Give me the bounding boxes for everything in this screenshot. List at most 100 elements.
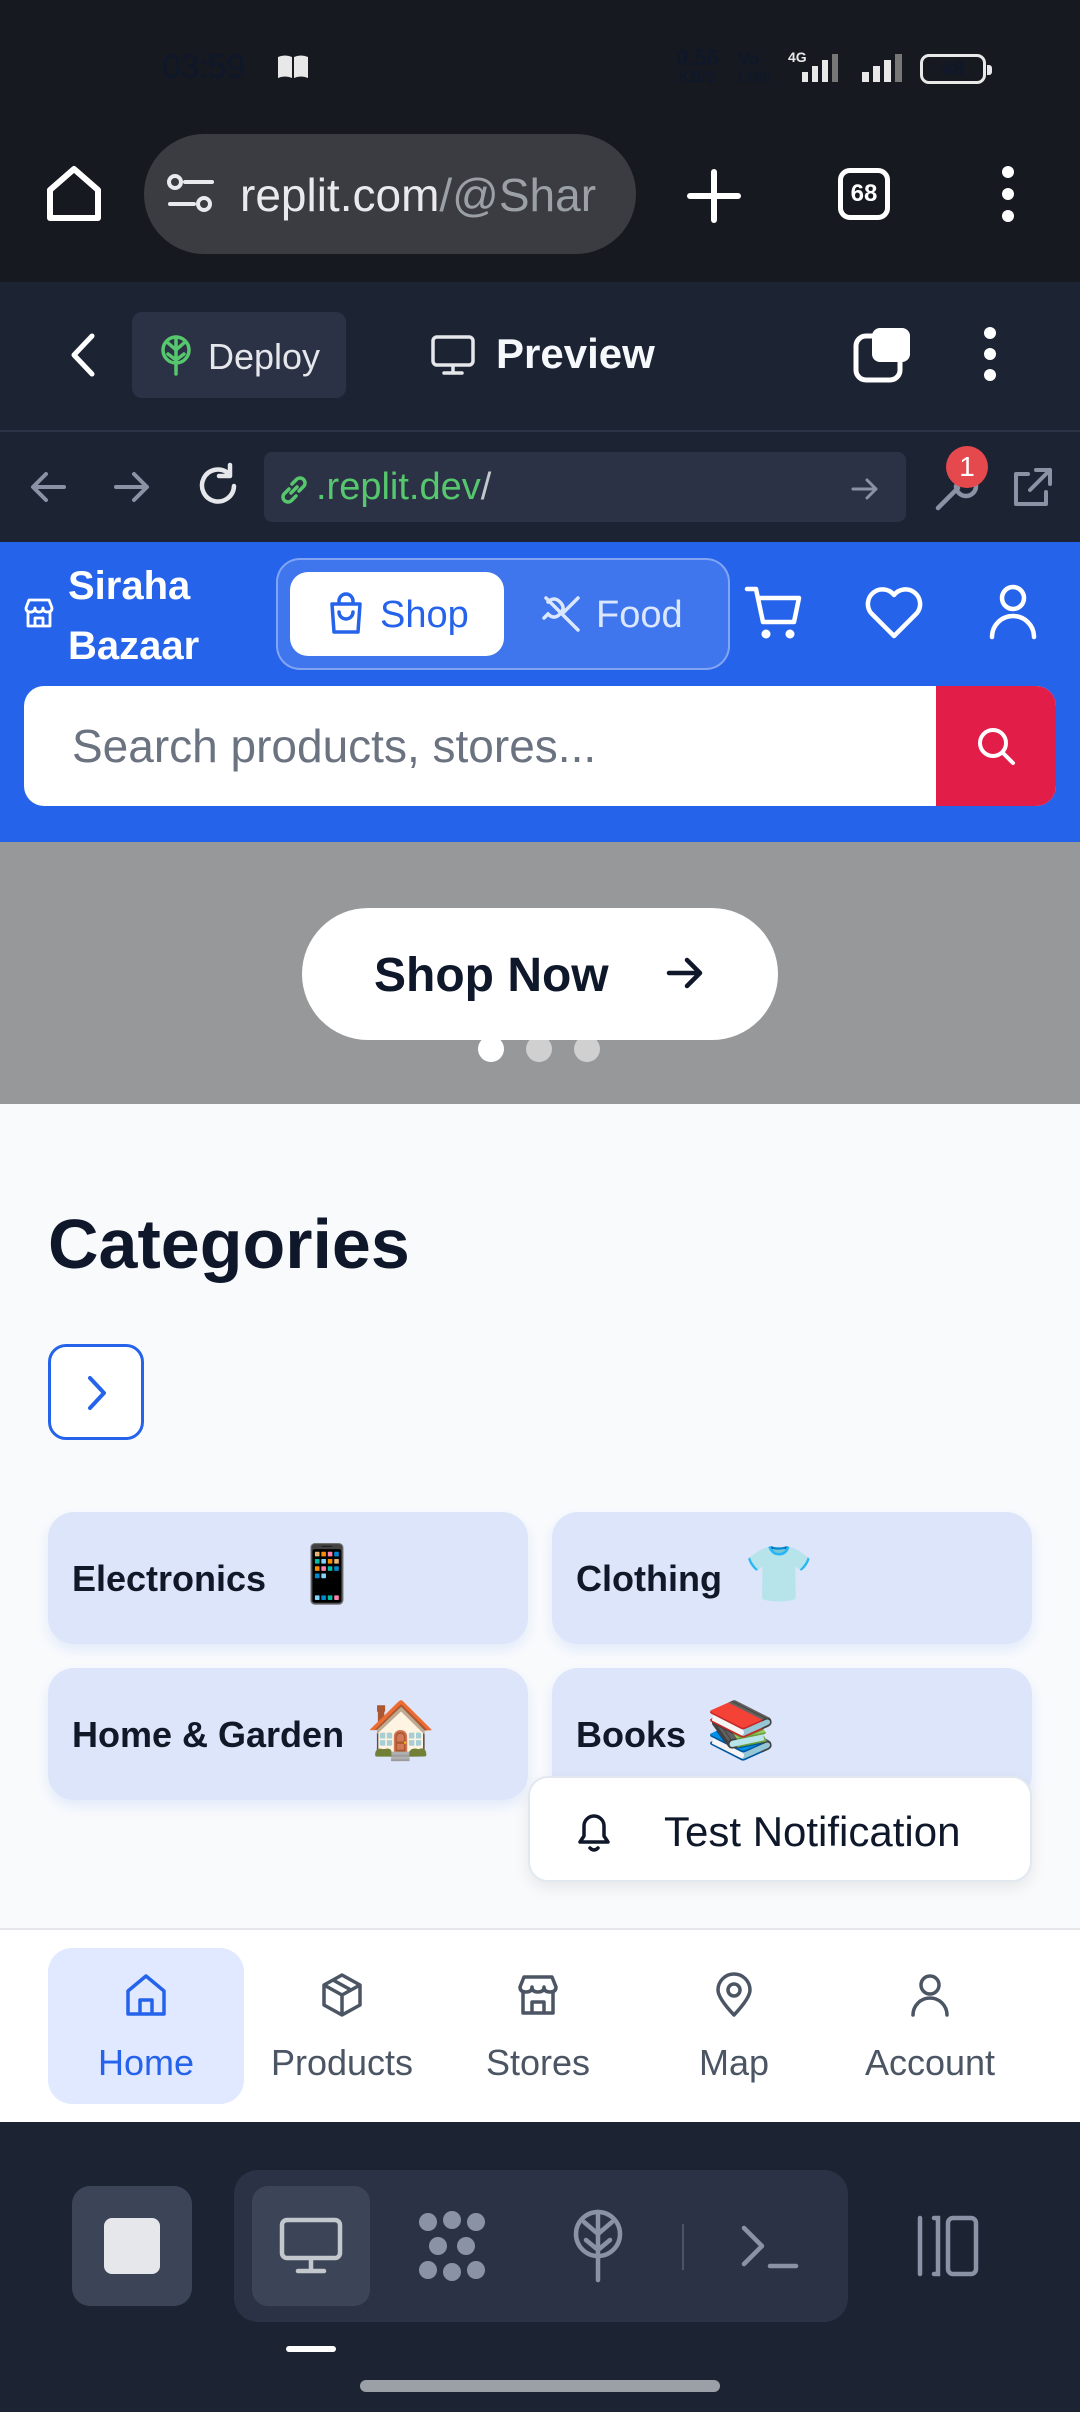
nav-label: Stores: [485, 2042, 591, 2083]
shop-now-label: Shop Now: [374, 949, 609, 1002]
active-tool-indicator: [286, 2346, 336, 2352]
monitor-icon: [279, 2217, 343, 2274]
webview-back-icon[interactable]: [28, 470, 68, 504]
network-type: 4G: [788, 49, 807, 65]
categories-title: Categories: [48, 1205, 410, 1283]
home-icon[interactable]: [44, 164, 104, 222]
webview-url-path: /: [480, 466, 492, 508]
deploy-label: Deploy: [208, 336, 321, 377]
deploy-button[interactable]: Deploy: [132, 312, 346, 398]
nav-map[interactable]: Map: [636, 1948, 832, 2104]
bell-icon: [578, 1814, 610, 1852]
nav-home[interactable]: Home: [48, 1948, 244, 2104]
carousel-dot-1[interactable]: [478, 1036, 504, 1062]
nav-label: Home: [97, 2042, 195, 2083]
shop-mode-label: Shop: [380, 594, 469, 636]
status-time: 03:59: [162, 48, 245, 86]
stop-icon: [104, 2218, 160, 2274]
category-label: Electronics: [72, 1558, 267, 1599]
mobile-phone-icon: 📱: [292, 1542, 362, 1605]
battery-indicator: 48: [920, 54, 992, 84]
brand-name[interactable]: Siraha Bazaar: [68, 556, 199, 676]
user-icon: [911, 1974, 949, 2017]
shop-now-button[interactable]: Shop Now: [302, 908, 778, 1040]
tools-divider: [682, 2224, 684, 2270]
tabs-overview-icon[interactable]: [852, 324, 914, 386]
cart-icon[interactable]: [744, 584, 804, 642]
category-card-home-garden[interactable]: Home & Garden 🏠: [48, 1668, 528, 1800]
shopping-bag-icon: [330, 592, 362, 634]
nav-label: Account: [864, 2042, 996, 2083]
replit-agent-icon: [419, 2211, 485, 2281]
arrow-right-icon: [666, 957, 703, 989]
preview-tool-button[interactable]: [252, 2186, 370, 2306]
category-label: Home & Garden: [72, 1714, 345, 1755]
tab-switcher-button[interactable]: 68: [838, 168, 890, 220]
volte-indicator: Vo LTE0: [738, 49, 772, 85]
terminal-icon: [741, 2225, 799, 2269]
site-settings-icon[interactable]: [166, 172, 216, 216]
nav-label: Products: [270, 2042, 414, 2083]
webview-url-host: .replit.dev: [316, 466, 481, 508]
deploy-icon: [573, 2209, 623, 2283]
brand-line-1: Siraha: [68, 564, 191, 608]
agent-tool-button[interactable]: [414, 2208, 490, 2284]
net-speed: 0.56 KB/S: [676, 45, 719, 87]
browser-menu-icon[interactable]: [1000, 164, 1016, 224]
carousel-dot-2[interactable]: [526, 1036, 552, 1062]
link-icon: [276, 472, 312, 508]
nav-account[interactable]: Account: [832, 1948, 1028, 2104]
map-pin-icon: [716, 1972, 752, 2017]
nav-stores[interactable]: Stores: [440, 1948, 636, 2104]
test-notification-button[interactable]: Test Notification: [528, 1776, 1032, 1882]
webview-url-text: .replit.dev/: [316, 466, 491, 509]
new-tab-icon[interactable]: [686, 168, 742, 224]
box-icon: [322, 1973, 362, 2017]
account-icon[interactable]: [988, 582, 1038, 640]
utensils-icon: [542, 596, 580, 632]
test-notification-label: Test Notification: [664, 1808, 961, 1855]
category-label: Books: [576, 1714, 687, 1755]
panel-layout-icon: [917, 2215, 979, 2277]
nav-products[interactable]: Products: [244, 1948, 440, 2104]
categories-next-button[interactable]: [48, 1344, 144, 1440]
address-bar-text[interactable]: replit.com/@Shar: [240, 168, 618, 222]
layout-toggle-button[interactable]: [912, 2214, 982, 2278]
notification-badge: 1: [946, 446, 988, 488]
replit-menu-icon[interactable]: [982, 326, 998, 382]
search-bar: [24, 686, 1056, 806]
deploy-tool-button[interactable]: [568, 2208, 628, 2284]
gesture-bar[interactable]: [360, 2380, 720, 2392]
search-input[interactable]: [24, 686, 936, 806]
carousel-dot-3[interactable]: [574, 1036, 600, 1062]
book-icon: [276, 54, 310, 80]
category-card-clothing[interactable]: Clothing 👕: [552, 1512, 1032, 1644]
go-arrow-icon[interactable]: [850, 474, 880, 504]
category-card-electronics[interactable]: Electronics 📱: [48, 1512, 528, 1644]
search-button[interactable]: [936, 686, 1056, 806]
webview-forward-icon[interactable]: [112, 470, 152, 504]
home-icon: [126, 1974, 166, 2016]
deploy-icon: [161, 335, 191, 376]
tshirt-icon: 👕: [744, 1542, 814, 1605]
search-icon: [978, 728, 1015, 765]
house-icon: 🏠: [366, 1698, 436, 1761]
preview-tab-title[interactable]: Preview: [496, 330, 655, 378]
signal-icon: [860, 52, 904, 82]
shop-mode-button[interactable]: Shop: [290, 572, 504, 656]
chevron-right-icon: [88, 1376, 106, 1410]
shell-tool-button[interactable]: [740, 2222, 800, 2272]
wishlist-heart-icon[interactable]: [864, 586, 924, 640]
store-icon: [518, 1975, 558, 2015]
books-icon: 📚: [706, 1698, 776, 1761]
back-chevron-icon[interactable]: [68, 332, 98, 378]
url-domain: replit.com: [240, 169, 440, 221]
reload-icon[interactable]: [194, 462, 242, 510]
category-label: Clothing: [576, 1558, 722, 1599]
signal-4g-icon: 4G: [788, 48, 852, 84]
store-logo-icon: [22, 596, 56, 630]
food-mode-button[interactable]: Food: [520, 572, 720, 656]
open-external-icon[interactable]: [1010, 466, 1054, 510]
brand-line-2: Bazaar: [68, 624, 200, 668]
url-path: /@Shar: [439, 169, 597, 221]
